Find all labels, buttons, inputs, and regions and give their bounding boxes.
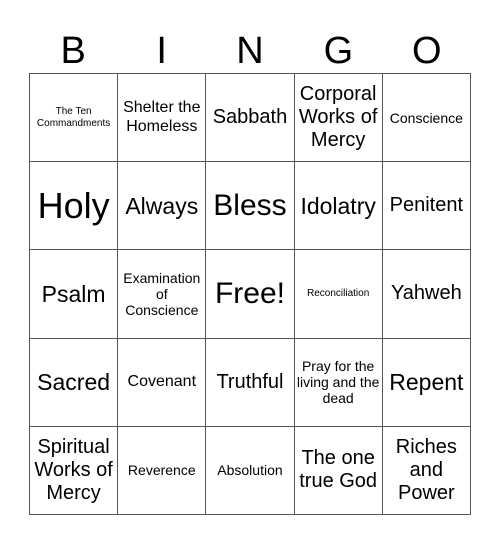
bingo-cell[interactable]: Psalm — [30, 250, 119, 339]
bingo-cell[interactable]: Repent — [382, 338, 471, 427]
bingo-header: B I N G O — [29, 30, 471, 72]
bingo-cell[interactable]: Spiritual Works of Mercy — [30, 426, 119, 515]
header-letter-b: B — [60, 30, 86, 72]
bingo-cell-label: Truthful — [216, 370, 284, 393]
bingo-cell[interactable]: The one true God — [294, 426, 383, 515]
bingo-cell[interactable]: Truthful — [206, 338, 295, 427]
bingo-cell[interactable]: Covenant — [118, 338, 207, 427]
bingo-cell-label: Holy — [37, 185, 110, 227]
bingo-cell-label: The Ten Commandments — [36, 106, 111, 129]
bingo-cell-label: Reconciliation — [307, 288, 370, 300]
bingo-cell-label: Repent — [389, 368, 464, 395]
bingo-cell-label: Covenant — [127, 372, 197, 390]
header-letter-i: I — [156, 30, 167, 72]
bingo-cell-label: Psalm — [41, 280, 106, 307]
header-letter-n: N — [236, 30, 264, 72]
bingo-cell[interactable]: Reconciliation — [294, 250, 383, 339]
bingo-cell[interactable]: Holy — [30, 162, 119, 251]
bingo-cell[interactable]: Pray for the living and the dead — [294, 338, 383, 427]
bingo-cell[interactable]: Riches and Power — [382, 426, 471, 515]
bingo-cell-label: Examination of Conscience — [123, 269, 201, 319]
bingo-cell[interactable]: The Ten Commandments — [30, 74, 119, 163]
bingo-cell-label: Spiritual Works of Mercy — [34, 435, 113, 504]
bingo-cell[interactable]: Always — [118, 162, 207, 251]
bingo-cell-label: Sabbath — [212, 106, 288, 129]
bingo-cell-label: Absolution — [217, 462, 283, 479]
bingo-cell-label: Bless — [213, 188, 287, 222]
bingo-cell-label: Yahweh — [390, 282, 462, 305]
bingo-cell[interactable]: Sacred — [30, 338, 119, 427]
bingo-cell[interactable]: Examination of Conscience — [118, 250, 207, 339]
header-letter-o: O — [412, 30, 442, 72]
bingo-cell-label: Pray for the living and the dead — [296, 358, 380, 407]
bingo-cell-label: The one true God — [299, 447, 378, 493]
bingo-cell[interactable]: Idolatry — [294, 162, 383, 251]
bingo-cell-label: Always — [125, 192, 199, 219]
bingo-cell[interactable]: Penitent — [382, 162, 471, 251]
bingo-cell-label: Riches and Power — [395, 435, 457, 504]
bingo-cell[interactable]: Bless — [206, 162, 295, 251]
bingo-cell[interactable]: Corporal Works of Mercy — [294, 74, 383, 163]
bingo-cell[interactable]: Reverence — [118, 426, 207, 515]
bingo-cell-label: Conscience — [389, 109, 463, 126]
bingo-cell-label: Penitent — [389, 194, 464, 217]
bingo-cell[interactable]: Conscience — [382, 74, 471, 163]
bingo-cell-label: Corporal Works of Mercy — [298, 83, 378, 152]
bingo-cell-label: Reverence — [127, 462, 196, 479]
bingo-cell[interactable]: Absolution — [206, 426, 295, 515]
bingo-cell-label: Sacred — [37, 368, 111, 395]
bingo-cell-label: Idolatry — [300, 192, 376, 219]
bingo-cell[interactable]: Shelter the Homeless — [118, 74, 207, 163]
header-letter-g: G — [323, 30, 354, 72]
bingo-cell-label: Free! — [214, 276, 285, 310]
bingo-cell[interactable]: Yahweh — [382, 250, 471, 339]
bingo-grid: The Ten Commandments Shelter the Homeless… — [29, 73, 471, 515]
bingo-cell-label: Shelter the Homeless — [123, 99, 201, 135]
free-space-cell[interactable]: Free! — [206, 250, 295, 339]
bingo-cell[interactable]: Sabbath — [206, 74, 295, 163]
